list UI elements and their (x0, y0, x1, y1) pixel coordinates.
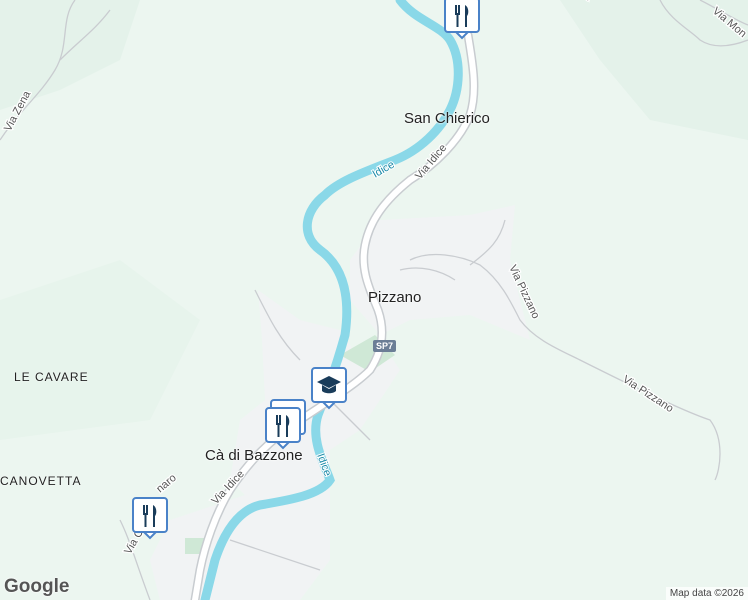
area-label-canovetta: CANOVETTA (0, 474, 82, 488)
area-label-le-cavare: LE CAVARE (14, 370, 89, 384)
road-shield-sp7: SP7 (373, 340, 397, 352)
restaurant-icon (265, 407, 301, 450)
restaurant-marker-north[interactable] (443, 0, 481, 40)
road-shield-label: SP7 (376, 341, 394, 351)
restaurant-marker-center[interactable] (264, 406, 302, 450)
school-marker[interactable] (310, 366, 348, 410)
place-label-san-chierico: San Chierico (404, 110, 490, 127)
restaurant-icon (444, 0, 480, 40)
restaurant-marker-southwest[interactable] (131, 496, 169, 540)
map-attribution[interactable]: Map data ©2026 (665, 587, 748, 600)
place-label-pizzano: Pizzano (368, 289, 422, 306)
restaurant-icon (132, 497, 168, 540)
map-canvas[interactable]: San Chierico Pizzano Cà di Bazzone LE CA… (0, 0, 748, 600)
graduation-cap-icon (311, 367, 347, 410)
google-logo[interactable]: Google (4, 576, 69, 598)
